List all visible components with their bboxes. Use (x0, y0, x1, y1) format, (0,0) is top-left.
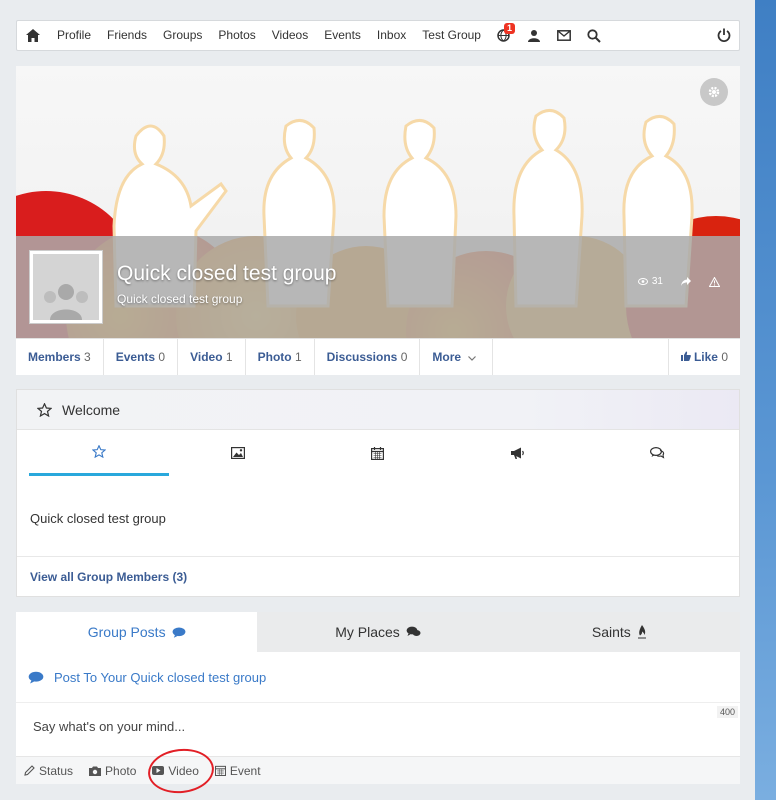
star-icon (37, 402, 52, 417)
fire-icon (637, 625, 646, 639)
group-subtitle: Quick closed test group (117, 292, 243, 306)
photo-button[interactable]: Photo (81, 764, 144, 778)
tab-members-label: Members (28, 350, 81, 364)
comment-icon (172, 627, 185, 638)
tab-photo-count: 1 (294, 350, 302, 364)
welcome-tab-discussions[interactable] (587, 430, 727, 476)
notification-badge: 1 (503, 23, 515, 34)
nav-profile[interactable]: Profile (49, 20, 99, 51)
tab-more[interactable]: More (420, 339, 494, 375)
comment-icon (28, 671, 44, 684)
welcome-panel: Welcome Quick closed test group View all… (16, 389, 740, 597)
nav-videos[interactable]: Videos (264, 20, 316, 51)
tab-video-label: Video (190, 350, 223, 364)
search-icon[interactable] (579, 28, 609, 43)
tab-events-count: 0 (158, 350, 166, 364)
like-label: Like (693, 350, 718, 364)
group-placeholder-icon (44, 284, 88, 320)
tab-discussions-label: Discussions (326, 350, 398, 364)
nav-test-group[interactable]: Test Group (414, 20, 489, 51)
picture-icon (231, 447, 246, 459)
tab-video[interactable]: Video 1 (178, 339, 246, 375)
comments-icon (406, 626, 421, 636)
comments-icon (649, 447, 664, 459)
eye-icon (637, 278, 648, 285)
top-nav: Profile Friends Groups Photos Videos Eve… (16, 20, 740, 51)
post-composer: Post To Your Quick closed test group 400… (16, 652, 740, 784)
welcome-tab-photos[interactable] (169, 430, 309, 476)
globe-icon[interactable]: 1 (489, 23, 519, 42)
cover-overlay (16, 236, 740, 338)
event-button[interactable]: Event (207, 764, 269, 778)
tab-saints[interactable]: Saints (498, 612, 740, 652)
tab-saints-label: Saints (591, 624, 631, 640)
tab-group-posts-label: Group Posts (87, 624, 166, 640)
nav-inbox[interactable]: Inbox (369, 20, 414, 51)
tab-photo-label: Photo (257, 350, 292, 364)
nav-friends[interactable]: Friends (99, 20, 155, 51)
tab-photo[interactable]: Photo 1 (246, 339, 315, 375)
welcome-text: Quick closed test group (30, 511, 166, 526)
home-icon[interactable] (17, 29, 49, 42)
views-stat: 31 (637, 276, 663, 287)
composer-header: Post To Your Quick closed test group (16, 652, 740, 703)
tab-my-places-label: My Places (335, 624, 400, 640)
welcome-title: Welcome (62, 401, 121, 418)
views-count: 31 (651, 276, 663, 287)
tab-events-label: Events (115, 350, 156, 364)
event-label: Event (229, 763, 261, 778)
welcome-tab-star[interactable] (29, 430, 169, 476)
like-button[interactable]: Like 0 (667, 339, 740, 375)
welcome-tabs (29, 430, 727, 476)
tab-video-count: 1 (225, 350, 233, 364)
composer-title: Post To Your Quick closed test group (54, 669, 267, 685)
like-count: 0 (721, 350, 728, 364)
camera-icon (89, 766, 102, 776)
tab-members[interactable]: Members 3 (16, 339, 104, 375)
chevron-down-icon (468, 356, 477, 361)
calendar-icon (371, 446, 385, 460)
welcome-tab-calendar[interactable] (308, 430, 448, 476)
tab-more-label: More (432, 350, 462, 364)
view-all-members-link[interactable]: View all Group Members (3) (17, 556, 739, 596)
photo-label: Photo (105, 763, 137, 778)
friend-requests-icon[interactable] (519, 29, 549, 42)
tab-discussions[interactable]: Discussions 0 (315, 339, 421, 375)
welcome-header: Welcome (17, 390, 739, 430)
tab-group-posts[interactable]: Group Posts (16, 612, 258, 652)
group-cover: Quick closed test group Quick closed tes… (16, 66, 740, 338)
nav-events[interactable]: Events (316, 20, 369, 51)
envelope-icon[interactable] (549, 30, 579, 41)
post-tabs: Group Posts My Places Saints (16, 612, 740, 652)
tab-my-places[interactable]: My Places (257, 612, 499, 652)
tab-discussions-count: 0 (400, 350, 408, 364)
group-avatar[interactable] (29, 250, 103, 324)
group-title: Quick closed test group (117, 262, 337, 285)
megaphone-icon (510, 447, 524, 459)
tab-members-count: 3 (84, 350, 91, 364)
thumbs-up-icon (680, 351, 691, 361)
character-counter: 400 (716, 706, 738, 718)
report-warning-icon[interactable] (709, 276, 720, 287)
star-icon (91, 445, 106, 458)
nav-groups[interactable]: Groups (155, 20, 210, 51)
cover-settings-gear-icon[interactable] (700, 78, 728, 106)
tab-events[interactable]: Events 0 (104, 339, 179, 375)
nav-photos[interactable]: Photos (210, 20, 263, 51)
desktop-background (755, 0, 776, 800)
view-all-members-label: View all Group Members (3) (30, 569, 188, 584)
composer-actions: Status Photo Video Event (16, 756, 740, 784)
share-icon[interactable] (681, 277, 691, 286)
cover-stats: 31 (637, 276, 720, 287)
pencil-icon (24, 765, 35, 776)
status-input[interactable]: Say what's on your mind... (33, 719, 185, 734)
welcome-tab-announcements[interactable] (448, 430, 588, 476)
calendar-icon (214, 765, 226, 776)
status-button[interactable]: Status (16, 764, 81, 778)
status-label: Status (39, 763, 74, 778)
power-icon[interactable] (717, 28, 731, 45)
group-tabs: Members 3 Events 0 Video 1 Photo 1 Discu… (16, 338, 740, 375)
